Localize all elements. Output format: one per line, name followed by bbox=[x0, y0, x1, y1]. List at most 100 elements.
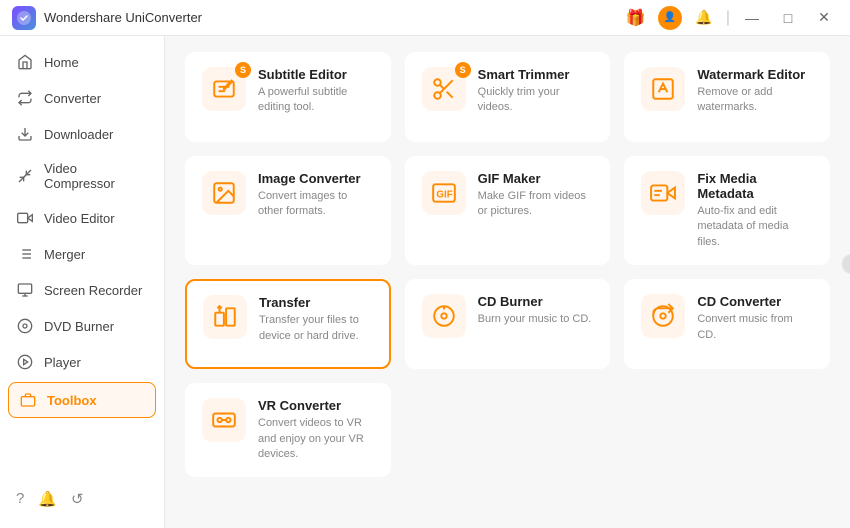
title-bar: Wondershare UniConverter 🎁 👤 🔔 | — □ ✕ bbox=[0, 0, 850, 36]
gift-icon[interactable]: 🎁 bbox=[622, 4, 650, 32]
transfer-desc: Transfer your files to device or hard dr… bbox=[259, 313, 373, 344]
toolbox-icon bbox=[19, 391, 37, 409]
smart-trimmer-name: Smart Trimmer bbox=[478, 67, 594, 82]
home-icon bbox=[16, 53, 34, 71]
title-bar-controls: 🎁 👤 🔔 | — □ ✕ bbox=[622, 4, 838, 32]
vr-converter-desc: Convert videos to VR and enjoy on your V… bbox=[258, 416, 374, 462]
tool-card-subtitle-editor[interactable]: S Subtitle Editor A powerful subtitle edit… bbox=[185, 52, 391, 142]
sidebar-video-editor-label: Video Editor bbox=[44, 211, 115, 226]
merger-icon bbox=[16, 245, 34, 263]
cd-burner-name: CD Burner bbox=[478, 294, 594, 309]
sidebar-merger-label: Merger bbox=[44, 247, 85, 262]
content-area: S Subtitle Editor A powerful subtitle edit… bbox=[165, 36, 850, 528]
sidebar-player-label: Player bbox=[44, 355, 81, 370]
sidebar-item-video-compressor[interactable]: Video Compressor bbox=[0, 152, 164, 200]
transfer-icon-wrap bbox=[203, 295, 247, 339]
smart-trimmer-icon-wrap: S bbox=[422, 67, 466, 111]
maximize-button[interactable]: □ bbox=[774, 4, 802, 32]
subtitle-editor-icon-wrap: S bbox=[202, 67, 246, 111]
svg-text:GIF: GIF bbox=[436, 189, 452, 200]
cd-converter-info: CD Converter Convert music from CD. bbox=[697, 294, 813, 343]
title-bar-left: Wondershare UniConverter bbox=[12, 6, 202, 30]
sidebar-item-downloader[interactable]: Downloader bbox=[0, 116, 164, 152]
gif-maker-info: GIF Maker Make GIF from videos or picture… bbox=[478, 171, 594, 220]
sidebar-item-toolbox[interactable]: Toolbox bbox=[8, 382, 156, 418]
tool-card-watermark-editor[interactable]: Watermark Editor Remove or add watermarks… bbox=[624, 52, 830, 142]
sidebar-converter-label: Converter bbox=[44, 91, 101, 106]
tool-card-vr-converter[interactable]: VR Converter Convert videos to VR and enj… bbox=[185, 383, 391, 477]
subtitle-editor-info: Subtitle Editor A powerful subtitle editi… bbox=[258, 67, 374, 116]
subtitle-editor-badge: S bbox=[235, 62, 251, 78]
gif-maker-name: GIF Maker bbox=[478, 171, 594, 186]
smart-trimmer-badge: S bbox=[455, 62, 471, 78]
image-converter-info: Image Converter Convert images to other f… bbox=[258, 171, 374, 220]
gif-maker-icon-wrap: GIF bbox=[422, 171, 466, 215]
image-converter-icon-wrap bbox=[202, 171, 246, 215]
sidebar-item-home[interactable]: Home bbox=[0, 44, 164, 80]
cd-burner-desc: Burn your music to CD. bbox=[478, 312, 594, 327]
help-icon[interactable]: ? bbox=[16, 490, 24, 508]
cd-converter-icon-wrap bbox=[641, 294, 685, 338]
tool-card-transfer[interactable]: Transfer Transfer your files to device or… bbox=[185, 279, 391, 369]
divider: | bbox=[726, 9, 730, 27]
player-icon bbox=[16, 353, 34, 371]
feedback-icon[interactable]: ↺ bbox=[71, 490, 84, 508]
cd-burner-info: CD Burner Burn your music to CD. bbox=[478, 294, 594, 327]
app-title: Wondershare UniConverter bbox=[44, 10, 202, 25]
minimize-button[interactable]: — bbox=[738, 4, 766, 32]
screen-recorder-icon bbox=[16, 281, 34, 299]
sidebar-bottom: ? 🔔 ↺ bbox=[0, 478, 164, 520]
sidebar-item-dvd-burner[interactable]: DVD Burner bbox=[0, 308, 164, 344]
tool-card-gif-maker[interactable]: GIF GIF Maker Make GIF from videos or pic… bbox=[405, 156, 611, 265]
sidebar-item-player[interactable]: Player bbox=[0, 344, 164, 380]
cd-burner-icon-wrap bbox=[422, 294, 466, 338]
cd-converter-desc: Convert music from CD. bbox=[697, 312, 813, 343]
watermark-editor-icon-wrap bbox=[641, 67, 685, 111]
dvd-burner-icon bbox=[16, 317, 34, 335]
transfer-name: Transfer bbox=[259, 295, 373, 310]
gif-maker-desc: Make GIF from videos or pictures. bbox=[478, 189, 594, 220]
subtitle-editor-name: Subtitle Editor bbox=[258, 67, 374, 82]
image-converter-desc: Convert images to other formats. bbox=[258, 189, 374, 220]
main-layout: Home Converter Downloader bbox=[0, 36, 850, 528]
cd-converter-name: CD Converter bbox=[697, 294, 813, 309]
fix-media-metadata-icon-wrap bbox=[641, 171, 685, 215]
image-converter-name: Image Converter bbox=[258, 171, 374, 186]
sidebar-toolbox-label: Toolbox bbox=[47, 393, 97, 408]
sidebar-dvd-burner-label: DVD Burner bbox=[44, 319, 114, 334]
sidebar-item-video-editor[interactable]: Video Editor bbox=[0, 200, 164, 236]
vr-converter-icon-wrap bbox=[202, 398, 246, 442]
fix-media-metadata-info: Fix Media MetadataAuto-fix and edit meta… bbox=[697, 171, 813, 250]
watermark-editor-desc: Remove or add watermarks. bbox=[697, 85, 813, 116]
watermark-editor-info: Watermark Editor Remove or add watermarks… bbox=[697, 67, 813, 116]
close-button[interactable]: ✕ bbox=[810, 4, 838, 32]
tools-grid: S Subtitle Editor A powerful subtitle edit… bbox=[185, 52, 830, 477]
vr-converter-name: VR Converter bbox=[258, 398, 374, 413]
bell-icon[interactable]: 🔔 bbox=[690, 4, 718, 32]
subtitle-editor-desc: A powerful subtitle editing tool. bbox=[258, 85, 374, 116]
sidebar-item-screen-recorder[interactable]: Screen Recorder bbox=[0, 272, 164, 308]
converter-icon bbox=[16, 89, 34, 107]
notification-icon[interactable]: 🔔 bbox=[38, 490, 57, 508]
tool-card-fix-media-metadata[interactable]: Fix Media MetadataAuto-fix and edit meta… bbox=[624, 156, 830, 265]
tool-card-cd-burner[interactable]: CD Burner Burn your music to CD. bbox=[405, 279, 611, 369]
sidebar-home-label: Home bbox=[44, 55, 79, 70]
sidebar-item-converter[interactable]: Converter bbox=[0, 80, 164, 116]
watermark-editor-name: Watermark Editor bbox=[697, 67, 813, 82]
sidebar-downloader-label: Downloader bbox=[44, 127, 113, 142]
fix-media-metadata-desc: Auto-fix and edit metadata of media file… bbox=[697, 204, 813, 250]
tool-card-smart-trimmer[interactable]: S Smart Trimmer Quickly trim your videos. bbox=[405, 52, 611, 142]
video-editor-icon bbox=[16, 209, 34, 227]
video-compressor-icon bbox=[16, 167, 34, 185]
app-logo bbox=[12, 6, 36, 30]
sidebar-item-merger[interactable]: Merger bbox=[0, 236, 164, 272]
tool-card-image-converter[interactable]: Image Converter Convert images to other f… bbox=[185, 156, 391, 265]
tool-card-cd-converter[interactable]: CD Converter Convert music from CD. bbox=[624, 279, 830, 369]
downloader-icon bbox=[16, 125, 34, 143]
transfer-info: Transfer Transfer your files to device or… bbox=[259, 295, 373, 344]
sidebar: Home Converter Downloader bbox=[0, 36, 165, 528]
user-avatar[interactable]: 👤 bbox=[658, 6, 682, 30]
smart-trimmer-info: Smart Trimmer Quickly trim your videos. bbox=[478, 67, 594, 116]
smart-trimmer-desc: Quickly trim your videos. bbox=[478, 85, 594, 116]
sidebar-video-compressor-label: Video Compressor bbox=[44, 161, 148, 191]
